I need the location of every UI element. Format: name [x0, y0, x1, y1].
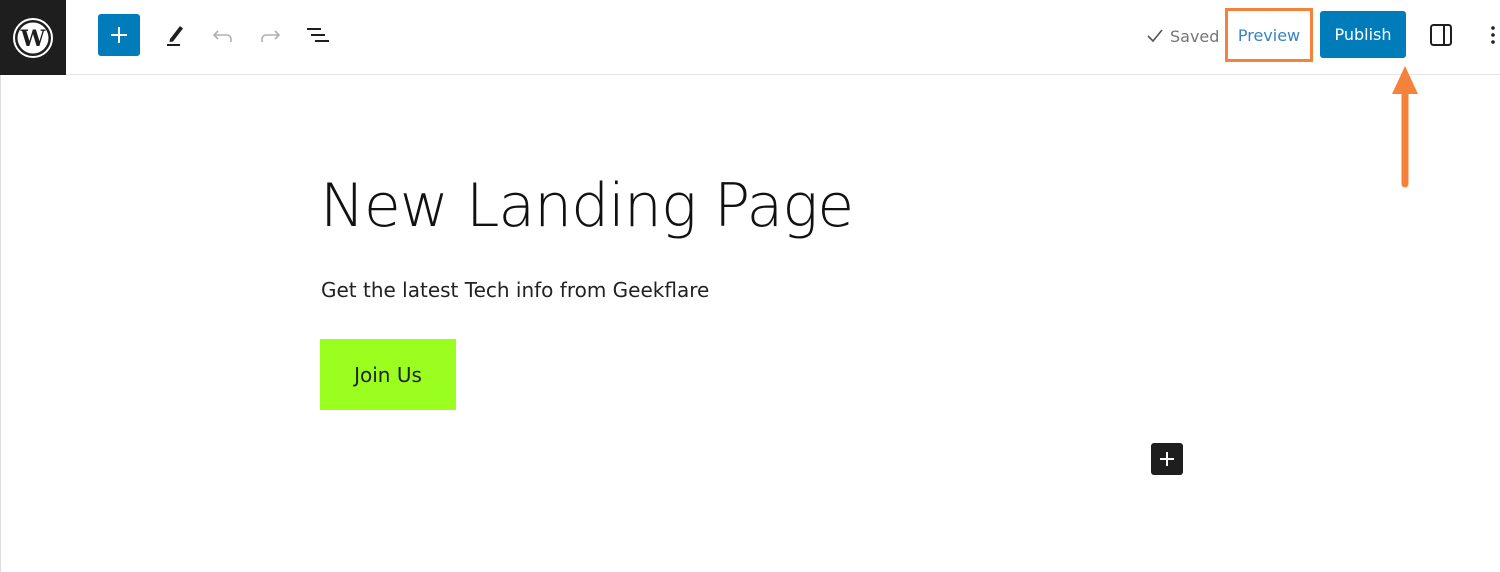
list-view-button[interactable]	[301, 18, 335, 52]
redo-button[interactable]	[253, 18, 287, 52]
undo-button[interactable]	[206, 18, 240, 52]
page-title[interactable]: New Landing Page	[320, 166, 854, 246]
publish-button[interactable]: Publish	[1320, 11, 1406, 58]
check-icon	[1147, 29, 1163, 43]
saved-label: Saved	[1170, 26, 1220, 46]
editor-header: W Saved Preview Publish	[0, 0, 1500, 75]
preview-button[interactable]: Preview	[1225, 8, 1313, 62]
list-view-icon	[307, 28, 329, 42]
settings-button[interactable]	[1428, 22, 1454, 48]
svg-text:W: W	[20, 26, 46, 52]
annotation-arrow-icon	[1392, 66, 1418, 188]
plus-icon	[1160, 452, 1174, 466]
undo-icon	[212, 30, 232, 42]
block-inserter-button[interactable]	[98, 14, 140, 56]
paragraph-block[interactable]: Get the latest Tech info from Geekflare	[321, 278, 709, 302]
wordpress-logo-icon: W	[13, 17, 53, 58]
more-vertical-icon	[1491, 26, 1495, 44]
editor-canvas[interactable]	[0, 75, 1500, 572]
plus-icon	[111, 27, 127, 43]
join-us-button-block[interactable]: Join Us	[320, 339, 456, 410]
tools-button[interactable]	[158, 18, 192, 52]
pencil-icon	[167, 26, 183, 46]
redo-icon	[261, 30, 281, 42]
options-button[interactable]	[1486, 22, 1500, 50]
saved-status: Saved	[1146, 24, 1219, 48]
sidebar-toggle-icon	[1430, 24, 1452, 46]
wordpress-logo-button[interactable]: W	[0, 0, 66, 75]
add-block-button[interactable]	[1151, 443, 1183, 475]
